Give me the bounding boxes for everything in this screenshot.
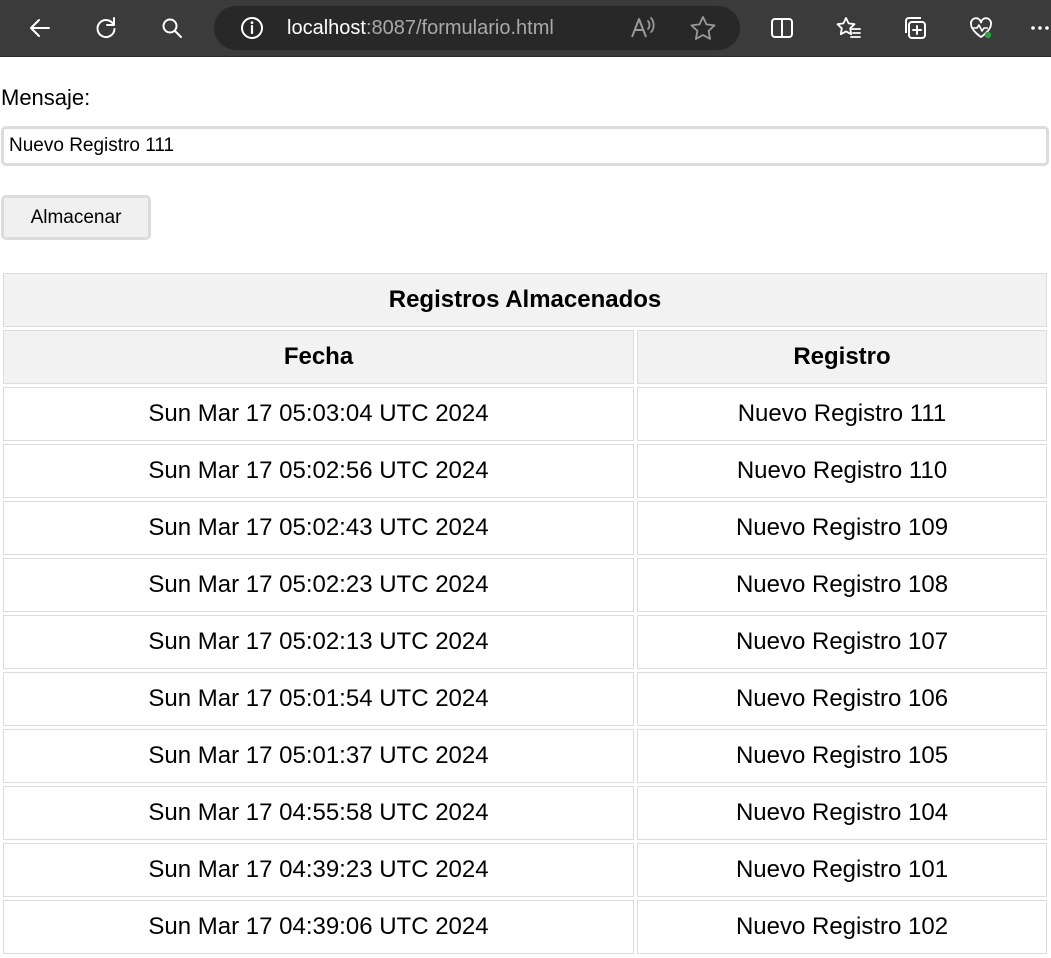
date-cell: Sun Mar 17 04:39:06 UTC 2024 bbox=[3, 900, 634, 954]
message-label: Mensaje: bbox=[1, 85, 91, 110]
favorites-icon[interactable] bbox=[831, 10, 867, 46]
table-row: Sun Mar 17 05:03:04 UTC 2024 Nuevo Regist… bbox=[3, 387, 1047, 441]
record-cell: Nuevo Registro 109 bbox=[637, 501, 1047, 555]
record-cell: Nuevo Registro 107 bbox=[637, 615, 1047, 669]
column-header-fecha: Fecha bbox=[3, 330, 634, 384]
date-cell: Sun Mar 17 04:55:58 UTC 2024 bbox=[3, 786, 634, 840]
table-row: Sun Mar 17 05:01:37 UTC 2024 Nuevo Regist… bbox=[3, 729, 1047, 783]
browser-toolbar: localhost:8087/formulario.html bbox=[0, 0, 1051, 57]
site-info-icon[interactable] bbox=[238, 14, 266, 42]
url-path: :8087/formulario.html bbox=[365, 17, 554, 39]
store-button[interactable]: Almacenar bbox=[1, 195, 151, 240]
table-row: Sun Mar 17 05:02:56 UTC 2024 Nuevo Regist… bbox=[3, 444, 1047, 498]
url-text[interactable]: localhost:8087/formulario.html bbox=[287, 17, 554, 40]
date-cell: Sun Mar 17 05:03:04 UTC 2024 bbox=[3, 387, 634, 441]
url-host: localhost bbox=[287, 17, 366, 39]
table-row: Sun Mar 17 04:39:06 UTC 2024 Nuevo Regist… bbox=[3, 900, 1047, 954]
date-cell: Sun Mar 17 04:39:23 UTC 2024 bbox=[3, 843, 634, 897]
search-icon[interactable] bbox=[154, 10, 190, 46]
table-row: Sun Mar 17 04:39:23 UTC 2024 Nuevo Regist… bbox=[3, 843, 1047, 897]
date-cell: Sun Mar 17 05:02:13 UTC 2024 bbox=[3, 615, 634, 669]
table-header-row: Fecha Registro bbox=[3, 330, 1047, 384]
address-bar[interactable]: localhost:8087/formulario.html bbox=[214, 6, 740, 50]
date-cell: Sun Mar 17 05:02:23 UTC 2024 bbox=[3, 558, 634, 612]
table-title: Registros Almacenados bbox=[3, 273, 1047, 327]
collections-icon[interactable] bbox=[897, 10, 933, 46]
date-cell: Sun Mar 17 05:02:43 UTC 2024 bbox=[3, 501, 634, 555]
date-cell: Sun Mar 17 05:01:37 UTC 2024 bbox=[3, 729, 634, 783]
record-cell: Nuevo Registro 110 bbox=[637, 444, 1047, 498]
refresh-icon[interactable] bbox=[88, 10, 124, 46]
table-caption-row: Registros Almacenados bbox=[3, 273, 1047, 327]
record-cell: Nuevo Registro 104 bbox=[637, 786, 1047, 840]
read-aloud-icon[interactable] bbox=[628, 14, 658, 42]
favorite-star-icon[interactable] bbox=[688, 14, 718, 42]
date-cell: Sun Mar 17 05:01:54 UTC 2024 bbox=[3, 672, 634, 726]
message-input[interactable] bbox=[1, 126, 1049, 166]
record-cell: Nuevo Registro 111 bbox=[637, 387, 1047, 441]
record-cell: Nuevo Registro 101 bbox=[637, 843, 1047, 897]
split-screen-icon[interactable] bbox=[764, 10, 800, 46]
record-cell: Nuevo Registro 108 bbox=[637, 558, 1047, 612]
record-cell: Nuevo Registro 102 bbox=[637, 900, 1047, 954]
records-table: Registros Almacenados Fecha Registro Sun… bbox=[0, 270, 1050, 957]
record-cell: Nuevo Registro 106 bbox=[637, 672, 1047, 726]
table-row: Sun Mar 17 05:01:54 UTC 2024 Nuevo Regist… bbox=[3, 672, 1047, 726]
table-row: Sun Mar 17 05:02:13 UTC 2024 Nuevo Regist… bbox=[3, 615, 1047, 669]
table-row: Sun Mar 17 05:02:23 UTC 2024 Nuevo Regist… bbox=[3, 558, 1047, 612]
table-row: Sun Mar 17 04:55:58 UTC 2024 Nuevo Regist… bbox=[3, 786, 1047, 840]
date-cell: Sun Mar 17 05:02:56 UTC 2024 bbox=[3, 444, 634, 498]
more-options-icon[interactable] bbox=[1028, 10, 1051, 46]
record-cell: Nuevo Registro 105 bbox=[637, 729, 1047, 783]
back-icon[interactable] bbox=[22, 10, 58, 46]
browser-essentials-icon[interactable] bbox=[963, 10, 999, 46]
column-header-registro: Registro bbox=[637, 330, 1047, 384]
table-row: Sun Mar 17 05:02:43 UTC 2024 Nuevo Regist… bbox=[3, 501, 1047, 555]
records-table-wrapper: Registros Almacenados Fecha Registro Sun… bbox=[0, 270, 1050, 957]
